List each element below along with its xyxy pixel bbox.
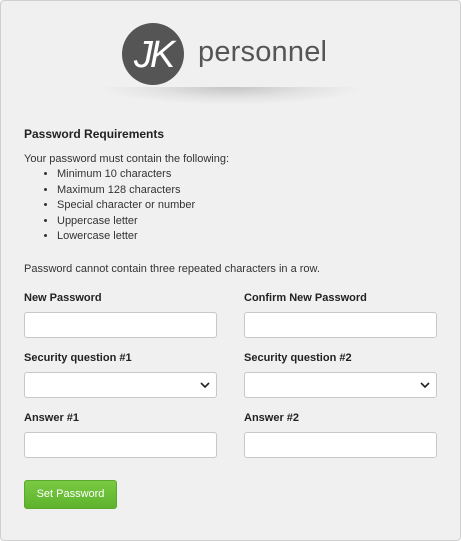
confirm-password-label: Confirm New Password [244, 292, 367, 304]
jk-logo-mark: JK [122, 23, 184, 85]
password-setup-panel: JK personnel Password Requirements Your … [0, 0, 461, 541]
chevron-down-icon [200, 382, 210, 389]
requirements-intro: Your password must contain the following… [24, 153, 230, 165]
brand-name: personnel [198, 35, 328, 68]
answer-2-label: Answer #2 [244, 412, 300, 424]
set-password-button[interactable]: Set Password [24, 480, 117, 509]
answer-1-input[interactable] [24, 432, 217, 458]
requirements-note: Password cannot contain three repeated c… [24, 263, 320, 275]
requirements-title: Password Requirements [24, 127, 165, 141]
brand-logo: JK personnel [122, 23, 327, 85]
requirement-item: Maximum 128 characters [57, 183, 195, 199]
confirm-password-input[interactable] [244, 312, 437, 338]
security-question-2-select[interactable] [244, 372, 437, 398]
security-question-1-select[interactable] [24, 372, 217, 398]
svg-text:JK: JK [133, 34, 177, 76]
requirement-item: Minimum 10 characters [57, 167, 195, 183]
requirement-item: Special character or number [57, 198, 195, 214]
new-password-input[interactable] [24, 312, 217, 338]
security-question-2-label: Security question #2 [244, 352, 352, 364]
requirements-list: Minimum 10 characters Maximum 128 charac… [24, 167, 195, 245]
chevron-down-icon [420, 382, 430, 389]
new-password-label: New Password [24, 292, 102, 304]
logo-shadow [97, 87, 365, 105]
requirement-item: Lowercase letter [57, 229, 195, 245]
requirement-item: Uppercase letter [57, 214, 195, 230]
answer-2-input[interactable] [244, 432, 437, 458]
security-question-1-label: Security question #1 [24, 352, 132, 364]
answer-1-label: Answer #1 [24, 412, 80, 424]
